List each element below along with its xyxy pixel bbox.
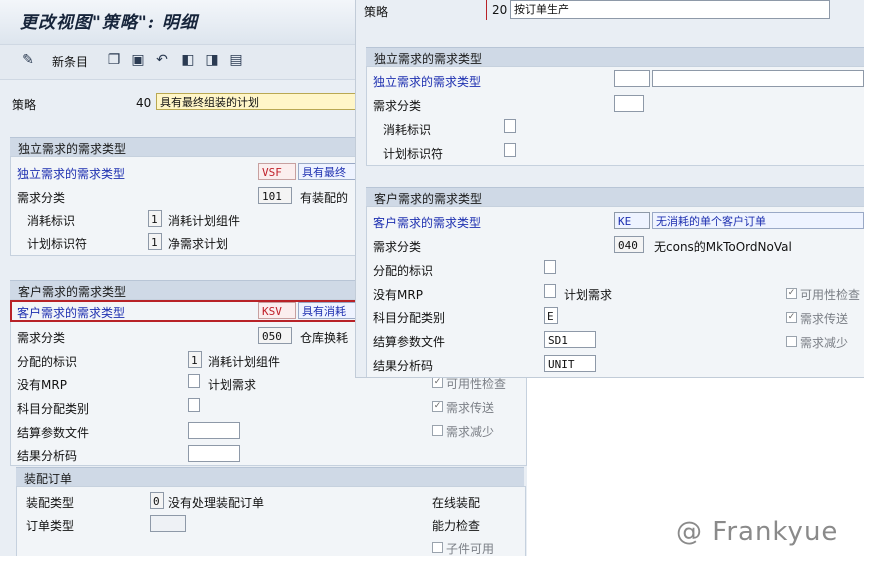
- undo-icon[interactable]: ↶: [154, 52, 170, 68]
- front-req-transfer-label: 需求传送: [800, 312, 849, 326]
- req-transfer-label: 需求传送: [446, 401, 495, 415]
- glasses-icon[interactable]: ✎: [20, 52, 36, 68]
- indep-plan-ind-text: 净需求计划: [168, 237, 229, 251]
- assembly-type-text: 没有处理装配订单: [168, 496, 265, 510]
- cust-settle-label: 结算参数文件: [17, 426, 90, 440]
- front-acct-field[interactable]: E: [544, 307, 558, 324]
- front-indep-type-text: [652, 70, 864, 87]
- front-cust-class-code[interactable]: 040: [614, 236, 644, 253]
- cust-no-mrp-text: 计划需求: [208, 378, 257, 392]
- front-strategy-code: 20: [492, 3, 508, 17]
- front-req-transfer-checkbox[interactable]: ✓: [786, 312, 797, 323]
- strategy-code: 40: [136, 96, 152, 110]
- component-checkbox[interactable]: [432, 542, 443, 553]
- indep-consumption-text: 消耗计划组件: [168, 214, 241, 228]
- req-reduce-checkbox[interactable]: [432, 425, 443, 436]
- assembly-section-header: 装配订单: [16, 467, 524, 487]
- front-result-field[interactable]: UNIT: [544, 355, 596, 372]
- front-no-mrp-field[interactable]: [544, 284, 556, 298]
- cust-alloc-field[interactable]: 1: [188, 351, 202, 368]
- cust-settle-field[interactable]: [188, 422, 240, 439]
- front-cust-type-label: 客户需求的需求类型: [373, 216, 482, 230]
- new-entries-button[interactable]: 新条目: [52, 53, 88, 70]
- indep-class-label: 需求分类: [17, 191, 66, 205]
- cust-acct-field[interactable]: [188, 398, 200, 412]
- online-assembly-label: 在线装配: [432, 496, 481, 510]
- front-consumption-label: 消耗标识: [383, 123, 432, 137]
- prev-entry-icon[interactable]: ◧: [180, 52, 196, 68]
- cust-acct-label: 科目分配类别: [17, 402, 90, 416]
- cust-type-text: 具有消耗: [298, 302, 356, 319]
- indep-consumption-label: 消耗标识: [27, 214, 76, 228]
- front-strategy-text[interactable]: 按订单生产: [510, 0, 830, 19]
- cust-result-label: 结果分析码: [17, 449, 78, 463]
- front-avail-check-checkbox[interactable]: ✓: [786, 288, 797, 299]
- front-plan-ind-field[interactable]: [504, 143, 516, 157]
- front-no-mrp-text: 计划需求: [564, 288, 613, 302]
- front-req-reduce-label: 需求减少: [800, 336, 849, 350]
- front-strategy-label: 策略: [364, 5, 389, 19]
- indep-class-text: 有装配的: [300, 191, 349, 205]
- front-plan-ind-label: 计划标识符: [383, 147, 444, 161]
- front-cust-type-code[interactable]: KE: [614, 212, 650, 229]
- front-cust-class-text: 无cons的MkToOrdNoVal: [654, 240, 792, 254]
- front-indep-class-field[interactable]: [614, 95, 644, 112]
- cust-class-code[interactable]: 050: [258, 327, 292, 344]
- assembly-type-label: 装配类型: [26, 496, 75, 510]
- front-indep-class-label: 需求分类: [373, 99, 422, 113]
- order-type-label: 订单类型: [26, 519, 75, 533]
- cust-class-text: 仓库换耗: [300, 331, 349, 345]
- next-entry-icon[interactable]: ◨: [204, 52, 220, 68]
- indep-class-code[interactable]: 101: [258, 187, 292, 204]
- front-cust-type-text: 无消耗的单个客户订单: [652, 212, 864, 229]
- indep-type-text: 具有最终: [298, 163, 358, 180]
- cust-class-label: 需求分类: [17, 331, 66, 345]
- front-indep-type-code[interactable]: [614, 70, 650, 87]
- order-type-field[interactable]: [150, 515, 186, 532]
- strategy-text-field[interactable]: 具有最终组装的计划: [156, 93, 356, 110]
- cust-no-mrp-field[interactable]: [188, 374, 200, 388]
- front-acct-label: 科目分配类别: [373, 311, 446, 325]
- copy-icon[interactable]: ❐: [106, 52, 122, 68]
- front-avail-check-label: 可用性检查: [800, 288, 861, 302]
- cust-type-label: 客户需求的需求类型: [17, 306, 126, 320]
- indep-type-code[interactable]: VSF: [258, 163, 296, 180]
- front-settle-field[interactable]: SD1: [544, 331, 596, 348]
- front-alloc-field[interactable]: [544, 260, 556, 274]
- indep-type-label: 独立需求的需求类型: [17, 167, 126, 181]
- cursor-marker: [486, 0, 487, 20]
- front-consumption-field[interactable]: [504, 119, 516, 133]
- cust-type-code[interactable]: KSV: [258, 302, 296, 319]
- req-transfer-checkbox[interactable]: ✓: [432, 401, 443, 412]
- front-result-label: 结果分析码: [373, 359, 434, 373]
- capacity-check-label: 能力检查: [432, 519, 481, 533]
- save-copy-icon[interactable]: ▣: [130, 52, 146, 68]
- cust-alloc-text: 消耗计划组件: [208, 355, 281, 369]
- indep-consumption-field[interactable]: 1: [148, 210, 162, 227]
- cust-result-field[interactable]: [188, 445, 240, 462]
- assembly-type-field[interactable]: 0: [150, 492, 164, 509]
- front-cust-section-header: 客户需求的需求类型: [366, 187, 864, 207]
- page-title: 更改视图"策略": 明细: [20, 13, 198, 33]
- front-indep-type-label: 独立需求的需求类型: [373, 75, 482, 89]
- front-no-mrp-label: 没有MRP: [373, 288, 423, 302]
- front-indep-section-header: 独立需求的需求类型: [366, 47, 864, 67]
- cust-alloc-label: 分配的标识: [17, 355, 78, 369]
- front-req-reduce-checkbox[interactable]: [786, 336, 797, 347]
- print-icon[interactable]: ▤: [228, 52, 244, 68]
- avail-check-checkbox[interactable]: ✓: [432, 377, 443, 388]
- indep-plan-ind-label: 计划标识符: [27, 237, 88, 251]
- front-alloc-label: 分配的标识: [373, 264, 434, 278]
- front-settle-label: 结算参数文件: [373, 335, 446, 349]
- req-reduce-label: 需求减少: [446, 425, 495, 439]
- watermark-text: @ Frankyue: [676, 517, 839, 547]
- strategy-label: 策略: [12, 98, 37, 112]
- component-label: 子件可用: [446, 542, 495, 556]
- cust-no-mrp-label: 没有MRP: [17, 378, 67, 392]
- front-cust-class-label: 需求分类: [373, 240, 422, 254]
- front-window: 策略 20 按订单生产 独立需求的需求类型 独立需求的需求类型 需求分类 消耗标…: [355, 0, 864, 378]
- indep-plan-ind-field[interactable]: 1: [148, 233, 162, 250]
